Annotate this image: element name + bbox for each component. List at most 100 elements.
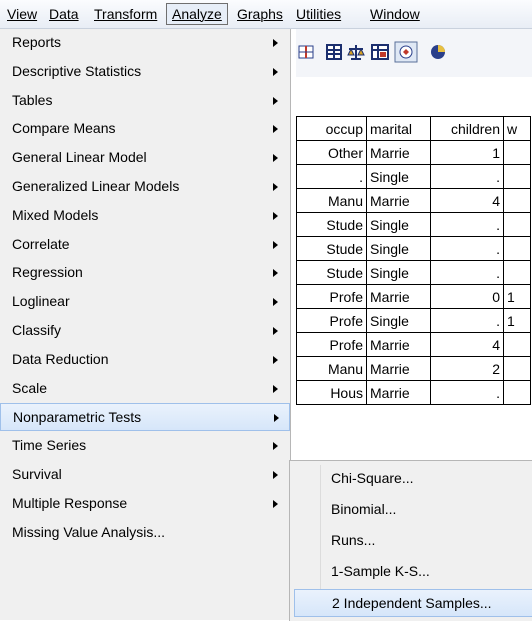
menu-item-multiple-response[interactable]: Multiple Response <box>0 490 290 518</box>
grid-cell-marital[interactable]: Marrie <box>366 356 431 381</box>
grid-cell-w[interactable] <box>503 212 531 237</box>
table-row: Stude Single. <box>296 212 531 237</box>
grid-cell-marital[interactable]: Single <box>366 308 431 333</box>
menu-graphs[interactable]: Graphs <box>232 4 288 24</box>
menu-item-regression[interactable]: Regression <box>0 259 290 287</box>
grid-cell-children[interactable]: . <box>430 164 504 189</box>
split-file-icon[interactable] <box>296 43 316 61</box>
menu-item-data-reduction[interactable]: Data Reduction <box>0 346 290 374</box>
weight-cases-icon[interactable] <box>346 43 366 61</box>
menu-item-correlate[interactable]: Correlate <box>0 231 290 259</box>
submenu-item-chi-square[interactable]: Chi-Square... <box>294 465 532 493</box>
menu-analyze[interactable]: Analyze <box>166 3 228 25</box>
table-row: Stude Single. <box>296 260 531 285</box>
menu-item-nonparametric-tests[interactable]: Nonparametric Tests <box>0 403 290 432</box>
value-labels-icon[interactable] <box>370 43 390 61</box>
grid-cell-marital[interactable]: Marrie <box>366 332 431 357</box>
menu-item-tables[interactable]: Tables <box>0 87 290 115</box>
column-header-occup[interactable]: occup <box>296 116 367 141</box>
grid-cell-w[interactable] <box>503 188 531 213</box>
grid-cell-occup[interactable]: Stude <box>296 260 367 285</box>
menu-item-mixed-models[interactable]: Mixed Models <box>0 202 290 230</box>
submenu-arrow-icon <box>273 384 278 393</box>
grid-cell-marital[interactable]: Single <box>366 212 431 237</box>
menu-item-label: Descriptive Statistics <box>12 62 142 79</box>
table-row: Other Marrie 1 <box>296 140 531 165</box>
menu-item-loglinear[interactable]: Loglinear <box>0 288 290 316</box>
menu-item-general-linear-model[interactable]: General Linear Model <box>0 144 290 172</box>
menu-item-reports[interactable]: Reports <box>0 29 290 57</box>
menu-item-label: Correlate <box>12 235 70 252</box>
grid-cell-w[interactable] <box>503 356 531 381</box>
grid-cell-children[interactable]: . <box>430 212 504 237</box>
use-sets-icon[interactable] <box>394 41 418 63</box>
grid-cell-children[interactable]: 2 <box>430 356 504 381</box>
menu-item-compare-means[interactable]: Compare Means <box>0 115 290 143</box>
grid-cell-w[interactable] <box>503 236 531 261</box>
grid-cell-marital[interactable]: Single <box>366 164 431 189</box>
grid-cell-children[interactable]: . <box>430 380 504 405</box>
menu-item-label: Mixed Models <box>12 206 99 223</box>
grid-cell-marital[interactable]: Single <box>366 236 431 261</box>
select-cases-icon[interactable] <box>324 43 344 61</box>
grid-cell-children[interactable]: 4 <box>430 332 504 357</box>
grid-cell-occup[interactable]: . <box>296 164 367 189</box>
grid-cell-occup[interactable]: Profe <box>296 284 367 309</box>
grid-cell-occup[interactable]: Other <box>296 140 367 165</box>
menu-utilities[interactable]: Utilities <box>291 4 346 24</box>
menu-item-time-series[interactable]: Time Series <box>0 432 290 460</box>
menu-item-generalized-linear-models[interactable]: Generalized Linear Models <box>0 173 290 201</box>
grid-cell-marital[interactable]: Marrie <box>366 380 431 405</box>
submenu-arrow-icon <box>273 154 278 163</box>
menu-window[interactable]: Window <box>365 4 425 24</box>
submenu-arrow-icon <box>273 67 278 76</box>
menu-item-label: Survival <box>12 466 62 482</box>
grid-cell-w[interactable] <box>503 140 531 165</box>
menu-item-label: Reports <box>12 34 62 50</box>
submenu-item-binomial[interactable]: Binomial... <box>294 496 532 524</box>
column-header-marital[interactable]: marital <box>366 116 431 141</box>
grid-cell-children[interactable]: 0 <box>430 284 504 309</box>
submenu-arrow-icon <box>273 211 278 220</box>
grid-cell-occup[interactable]: Stude <box>296 236 367 261</box>
grid-cell-children[interactable]: 4 <box>430 188 504 213</box>
grid-cell-marital[interactable]: Marrie <box>366 140 431 165</box>
submenu-item-runs[interactable]: Runs... <box>294 527 532 555</box>
grid-cell-occup[interactable]: Manu <box>296 356 367 381</box>
grid-cell-w[interactable] <box>503 380 531 405</box>
menu-item-survival[interactable]: Survival <box>0 461 290 489</box>
grid-cell-w[interactable] <box>503 332 531 357</box>
grid-cell-marital[interactable]: Marrie <box>366 188 431 213</box>
pie-icon[interactable] <box>428 43 448 61</box>
grid-cell-marital[interactable]: Single <box>366 260 431 285</box>
submenu-arrow-icon <box>273 39 278 47</box>
column-header-children[interactable]: children <box>430 116 504 141</box>
grid-cell-occup[interactable]: Hous <box>296 380 367 405</box>
grid-cell-w[interactable] <box>503 164 531 189</box>
grid-cell-children[interactable]: . <box>430 308 504 333</box>
grid-cell-children[interactable]: . <box>430 260 504 285</box>
menu-transform[interactable]: Transform <box>89 4 162 24</box>
submenu-item-label: Binomial... <box>331 501 397 517</box>
menu-item-label: Loglinear <box>12 293 70 310</box>
menu-data[interactable]: Data <box>44 4 84 24</box>
grid-cell-occup[interactable]: Stude <box>296 212 367 237</box>
grid-cell-w[interactable]: 1 <box>503 308 531 333</box>
submenu-item-2-independent-samples[interactable]: 2 Independent Samples... <box>294 589 532 617</box>
menu-item-scale[interactable]: Scale <box>0 375 290 403</box>
menu-item-missing-value-analysis[interactable]: Missing Value Analysis... <box>0 519 290 547</box>
submenu-item-1-sample-k-s[interactable]: 1-Sample K-S... <box>294 558 532 586</box>
grid-cell-w[interactable]: 1 <box>503 284 531 309</box>
column-header-w[interactable]: w <box>503 116 531 141</box>
menu-item-descriptive-statistics[interactable]: Descriptive Statistics <box>0 58 290 86</box>
grid-cell-occup[interactable]: Profe <box>296 332 367 357</box>
grid-cell-children[interactable]: 1 <box>430 140 504 165</box>
grid-cell-children[interactable]: . <box>430 236 504 261</box>
menu-item-classify[interactable]: Classify <box>0 317 290 345</box>
grid-cell-occup[interactable]: Profe <box>296 308 367 333</box>
grid-cell-w[interactable] <box>503 260 531 285</box>
menu-view[interactable]: View <box>2 4 42 24</box>
table-row: Profe Marrie 0 1 <box>296 284 531 309</box>
grid-cell-occup[interactable]: Manu <box>296 188 367 213</box>
grid-cell-marital[interactable]: Marrie <box>366 284 431 309</box>
